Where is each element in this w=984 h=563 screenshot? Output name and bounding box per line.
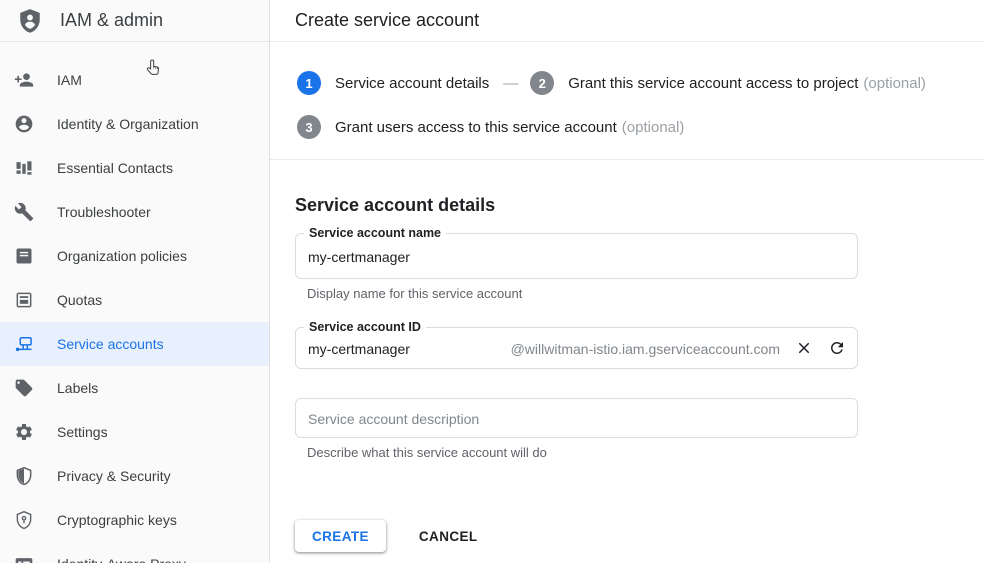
shield-person-icon bbox=[17, 8, 43, 34]
shield-half-icon bbox=[14, 466, 34, 486]
sidebar-title: IAM & admin bbox=[60, 10, 163, 31]
step-2-optional: (optional) bbox=[863, 75, 926, 92]
id-domain-suffix: @willwitman-istio.iam.gserviceaccount.co… bbox=[511, 339, 780, 357]
sidebar-item-label: Quotas bbox=[57, 292, 102, 308]
main-content: Create service account 1 Service account… bbox=[270, 0, 984, 563]
sidebar-item-label: IAM bbox=[57, 72, 82, 88]
policy-document-icon bbox=[14, 246, 34, 266]
step-3-circle: 3 bbox=[297, 115, 321, 139]
shield-keyhole-icon bbox=[14, 510, 34, 530]
sidebar-item-label: Cryptographic keys bbox=[57, 512, 177, 528]
sidebar-item-label: Identity & Organization bbox=[57, 116, 199, 132]
sidebar-item-label: Troubleshooter bbox=[57, 204, 151, 220]
sidebar-item-quotas[interactable]: Quotas bbox=[0, 278, 269, 322]
page-header: Create service account bbox=[270, 0, 984, 42]
step-3-label: Grant users access to this service accou… bbox=[335, 119, 684, 136]
service-account-name-field: Service account name bbox=[295, 233, 858, 279]
person-add-icon bbox=[14, 70, 34, 90]
sidebar-item-label: Identity-Aware Proxy bbox=[57, 556, 186, 563]
sidebar-item-service-accounts[interactable]: Service accounts bbox=[0, 322, 269, 366]
create-button[interactable]: CREATE bbox=[295, 520, 386, 552]
page-title: Create service account bbox=[295, 10, 479, 31]
service-account-name-label: Service account name bbox=[304, 226, 446, 241]
sidebar-item-labels[interactable]: Labels bbox=[0, 366, 269, 410]
name-helper-text: Display name for this service account bbox=[307, 286, 984, 301]
description-helper-text: Describe what this service account will … bbox=[307, 445, 984, 460]
sidebar-item-label: Labels bbox=[57, 380, 98, 396]
sidebar-item-organization-policies[interactable]: Organization policies bbox=[0, 234, 269, 278]
step-2-circle: 2 bbox=[530, 71, 554, 95]
sidebar-item-label: Essential Contacts bbox=[57, 160, 173, 176]
gear-icon bbox=[14, 422, 34, 442]
service-account-description-field bbox=[295, 398, 858, 438]
wrench-icon bbox=[14, 202, 34, 222]
contacts-blocks-icon bbox=[14, 158, 34, 178]
sidebar-item-settings[interactable]: Settings bbox=[0, 410, 269, 454]
refresh-icon[interactable] bbox=[828, 339, 846, 357]
sidebar-item-iam[interactable]: IAM bbox=[0, 58, 269, 102]
step-1-circle: 1 bbox=[297, 71, 321, 95]
sidebar: IAM & admin IAM Identity & Organization bbox=[0, 0, 270, 563]
service-account-key-icon bbox=[14, 334, 34, 354]
proxy-card-icon bbox=[14, 554, 34, 563]
sidebar-item-troubleshooter[interactable]: Troubleshooter bbox=[0, 190, 269, 234]
sidebar-item-label: Settings bbox=[57, 424, 108, 440]
sidebar-item-label: Service accounts bbox=[57, 336, 164, 352]
clear-x-icon[interactable] bbox=[795, 339, 813, 357]
stepper: 1 Service account details — 2 Grant this… bbox=[270, 42, 984, 160]
cancel-button[interactable]: CANCEL bbox=[411, 520, 486, 552]
sidebar-nav: IAM Identity & Organization Essential Co… bbox=[0, 42, 269, 563]
label-tag-icon bbox=[14, 378, 34, 398]
sidebar-item-label: Privacy & Security bbox=[57, 468, 171, 484]
sidebar-item-essential-contacts[interactable]: Essential Contacts bbox=[0, 146, 269, 190]
sidebar-item-identity-organization[interactable]: Identity & Organization bbox=[0, 102, 269, 146]
step-connector: — bbox=[503, 75, 518, 92]
step-2-label: Grant this service account access to pro… bbox=[568, 75, 926, 92]
iam-admin-console: IAM & admin IAM Identity & Organization bbox=[0, 0, 984, 563]
account-circle-icon bbox=[14, 114, 34, 134]
section-title: Service account details bbox=[295, 195, 984, 216]
sidebar-header: IAM & admin bbox=[0, 0, 269, 42]
sidebar-item-privacy-security[interactable]: Privacy & Security bbox=[0, 454, 269, 498]
step-1-label: Service account details bbox=[335, 75, 489, 92]
sidebar-item-cryptographic-keys[interactable]: Cryptographic keys bbox=[0, 498, 269, 542]
service-account-id-field: Service account ID @willwitman-istio.iam… bbox=[295, 327, 858, 369]
quotas-box-icon bbox=[14, 290, 34, 310]
form-section: Service account details Service account … bbox=[270, 160, 984, 552]
sidebar-item-label: Organization policies bbox=[57, 248, 187, 264]
stepper-row-1: 1 Service account details — 2 Grant this… bbox=[297, 71, 968, 95]
step-3-optional: (optional) bbox=[622, 119, 685, 136]
stepper-row-2: 3 Grant users access to this service acc… bbox=[297, 115, 968, 139]
sidebar-item-identity-aware-proxy[interactable]: Identity-Aware Proxy bbox=[0, 542, 269, 563]
service-account-id-label: Service account ID bbox=[304, 320, 426, 335]
form-actions: CREATE CANCEL bbox=[295, 520, 984, 552]
service-account-description-input[interactable] bbox=[296, 399, 857, 437]
